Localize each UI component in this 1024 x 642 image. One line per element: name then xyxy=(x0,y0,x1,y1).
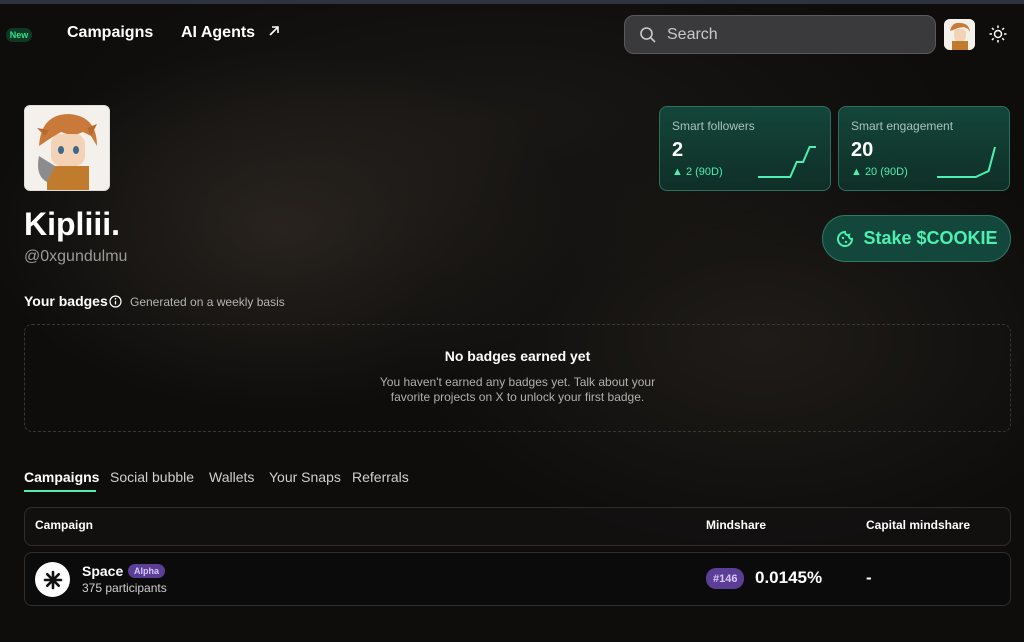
info-icon[interactable] xyxy=(109,295,122,308)
sparkline-path xyxy=(937,146,996,178)
tab-wallets[interactable]: Wallets xyxy=(209,469,254,485)
profile-name: Kipliii. xyxy=(24,206,120,242)
campaign-name[interactable]: Space xyxy=(82,563,123,579)
new-badge: New xyxy=(6,28,32,42)
tab-social-bubble[interactable]: Social bubble xyxy=(110,469,194,485)
header-mindshare[interactable]: Mindshare xyxy=(706,518,766,532)
stake-cookie-label: Stake $COOKIE xyxy=(863,228,998,248)
smart-followers-label: Smart followers xyxy=(672,119,755,133)
smart-engagement-sparkline xyxy=(937,146,996,178)
tab-active-underline xyxy=(24,490,96,492)
smart-engagement-card: Smart engagement 20 ▲ 20 (90D) xyxy=(838,106,1010,191)
smart-engagement-value: 20 xyxy=(851,139,874,161)
smart-followers-card: Smart followers 2 ▲ 2 (90D) xyxy=(659,106,831,191)
sun-icon[interactable] xyxy=(988,24,1008,44)
header-campaign[interactable]: Campaign xyxy=(35,518,93,532)
no-badges-text: You haven't earned any badges yet. Talk … xyxy=(379,375,656,404)
smart-followers-value: 2 xyxy=(672,139,684,161)
user-avatar-button[interactable] xyxy=(944,19,975,50)
nav-ai-agents-link[interactable]: AI Agents xyxy=(181,24,280,42)
table-row[interactable] xyxy=(24,552,1011,606)
window-top-bar xyxy=(0,0,1024,4)
rank-badge: #146 xyxy=(706,568,745,589)
smart-engagement-label: Smart engagement xyxy=(851,119,954,133)
sparkline-path xyxy=(758,146,816,178)
avatar-image xyxy=(944,19,975,50)
tab-your-snaps[interactable]: Your Snaps xyxy=(269,469,341,485)
cookie-icon xyxy=(837,230,854,247)
profile-handle: @0xgundulmu xyxy=(24,248,128,265)
arrow-up-right-icon xyxy=(268,26,279,36)
table-header xyxy=(24,507,1011,546)
tab-referrals[interactable]: Referrals xyxy=(352,469,409,485)
nav-campaigns-link[interactable]: Campaigns xyxy=(67,24,153,42)
smart-followers-sparkline xyxy=(758,146,816,178)
profile-avatar xyxy=(24,105,110,191)
search-placeholder: Search xyxy=(667,25,718,43)
capital-mindshare-value: - xyxy=(866,568,872,587)
tab-campaigns[interactable]: Campaigns xyxy=(24,469,99,485)
nav-ai-agents-label: AI Agents xyxy=(181,24,256,41)
space-logo-icon xyxy=(35,562,70,597)
mindshare-value: 0.0145% xyxy=(755,568,823,587)
badges-title: Your badges xyxy=(24,293,108,309)
no-badges-title: No badges earned yet xyxy=(444,348,591,364)
header-capital-mindshare[interactable]: Capital mindshare xyxy=(866,518,970,532)
campaign-participants: 375 participants xyxy=(82,581,167,595)
smart-followers-change: ▲ 2 (90D) xyxy=(672,166,723,178)
badges-subtitle: Generated on a weekly basis xyxy=(130,295,285,309)
smart-engagement-change: ▲ 20 (90D) xyxy=(851,166,908,178)
stake-cookie-button[interactable]: Stake $COOKIE xyxy=(822,215,1011,262)
alpha-tag: Alpha xyxy=(128,564,166,578)
search-input[interactable]: Search xyxy=(624,15,936,54)
search-icon xyxy=(640,26,656,43)
